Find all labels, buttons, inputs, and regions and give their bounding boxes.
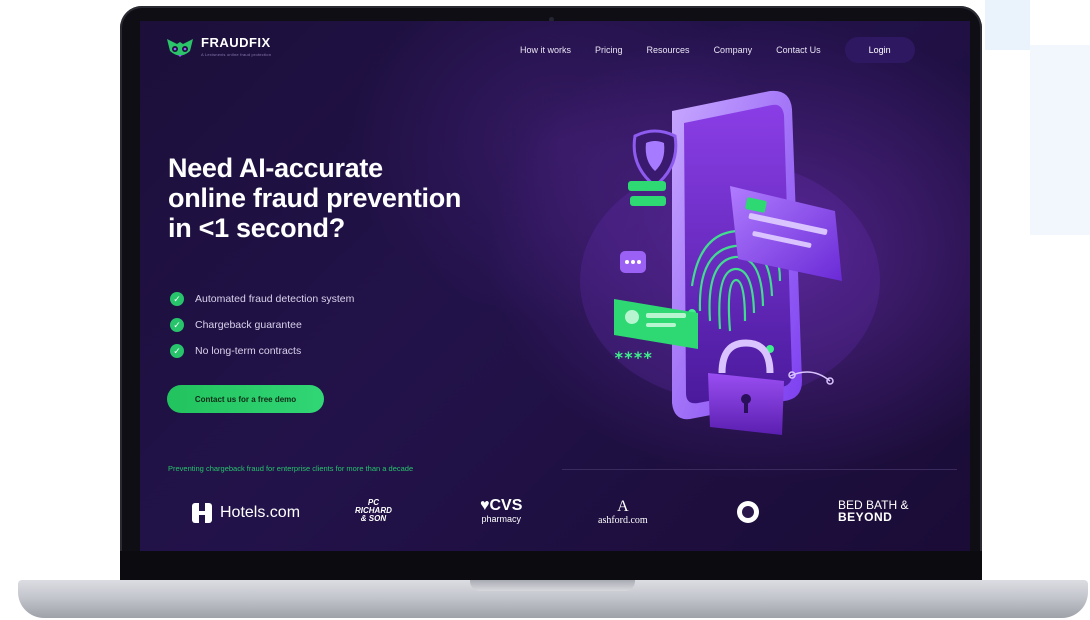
brand-name: FRAUDFIX xyxy=(201,35,271,50)
website-screen: FRAUDFIX A Lexisnexis online fraud prote… xyxy=(140,21,970,551)
feature-text: No long-term contracts xyxy=(195,345,302,357)
hero-title-line: online fraud prevention xyxy=(168,183,462,213)
check-icon: ✓ xyxy=(170,318,184,332)
cvs-subtext: pharmacy xyxy=(481,514,521,524)
pc-richard-son-logo: PC RICHARD & SON xyxy=(355,499,392,523)
nav-link-resources[interactable]: Resources xyxy=(647,38,690,62)
nav-link-contact-us[interactable]: Contact Us xyxy=(776,38,821,62)
hotels-h-icon xyxy=(192,503,212,523)
pc-richard-text: & SON xyxy=(360,514,387,523)
feature-item: ✓ Automated fraud detection system xyxy=(170,286,354,312)
security-illustration: **** xyxy=(580,90,880,435)
feature-text: Automated fraud detection system xyxy=(195,293,355,305)
background-panel xyxy=(1030,45,1090,235)
hero-title: Need AI-accurate online fraud prevention… xyxy=(168,153,528,243)
bed-bath-beyond-logo: BED BATH & BEYOND xyxy=(838,499,908,523)
laptop-notch xyxy=(470,580,635,591)
check-icon: ✓ xyxy=(170,292,184,306)
section-divider xyxy=(562,469,957,470)
feature-text: Chargeback guarantee xyxy=(195,319,302,331)
feature-list: ✓ Automated fraud detection system ✓ Cha… xyxy=(170,286,354,364)
ashford-mark: A xyxy=(617,498,629,515)
check-icon: ✓ xyxy=(170,344,184,358)
feature-item: ✓ No long-term contracts xyxy=(170,338,354,364)
laptop-bezel xyxy=(120,551,982,581)
hero-title-line: in <1 second? xyxy=(168,213,345,243)
client-logos: Hotels.com PC RICHARD & SON ♥CVS pharmac… xyxy=(140,491,970,541)
free-demo-button[interactable]: Contact us for a free demo xyxy=(167,385,324,413)
hotels-com-logo: Hotels.com xyxy=(192,503,300,523)
password-tag xyxy=(628,181,666,191)
hotels-com-text: Hotels.com xyxy=(220,504,301,521)
owl-logo-icon xyxy=(167,39,193,57)
cvs-pharmacy-logo: ♥CVS pharmacy xyxy=(480,497,523,525)
nav-link-how-it-works[interactable]: How it works xyxy=(520,38,571,62)
bbb-text: BEYOND xyxy=(838,510,893,524)
background-panel xyxy=(985,0,1030,50)
ashford-logo: A ashford.com xyxy=(598,498,648,527)
feature-item: ✓ Chargeback guarantee xyxy=(170,312,354,338)
main-navigation: How it works Pricing Resources Company C… xyxy=(520,37,915,63)
nav-link-pricing[interactable]: Pricing xyxy=(595,38,623,62)
clients-tagline: Preventing chargeback fraud for enterpri… xyxy=(168,464,414,473)
hero-title-line: Need AI-accurate xyxy=(168,153,383,183)
brand-tagline: A Lexisnexis online fraud protection xyxy=(201,52,272,57)
nav-link-company[interactable]: Company xyxy=(714,38,753,62)
password-mask-text: **** xyxy=(614,348,653,367)
starbucks-logo-icon xyxy=(737,501,759,523)
password-tag xyxy=(630,196,666,206)
brand-logo[interactable]: FRAUDFIX A Lexisnexis online fraud prote… xyxy=(165,36,271,60)
login-button[interactable]: Login xyxy=(844,37,915,63)
ashford-text: ashford.com xyxy=(598,515,648,526)
cvs-text: ♥CVS xyxy=(480,497,523,514)
